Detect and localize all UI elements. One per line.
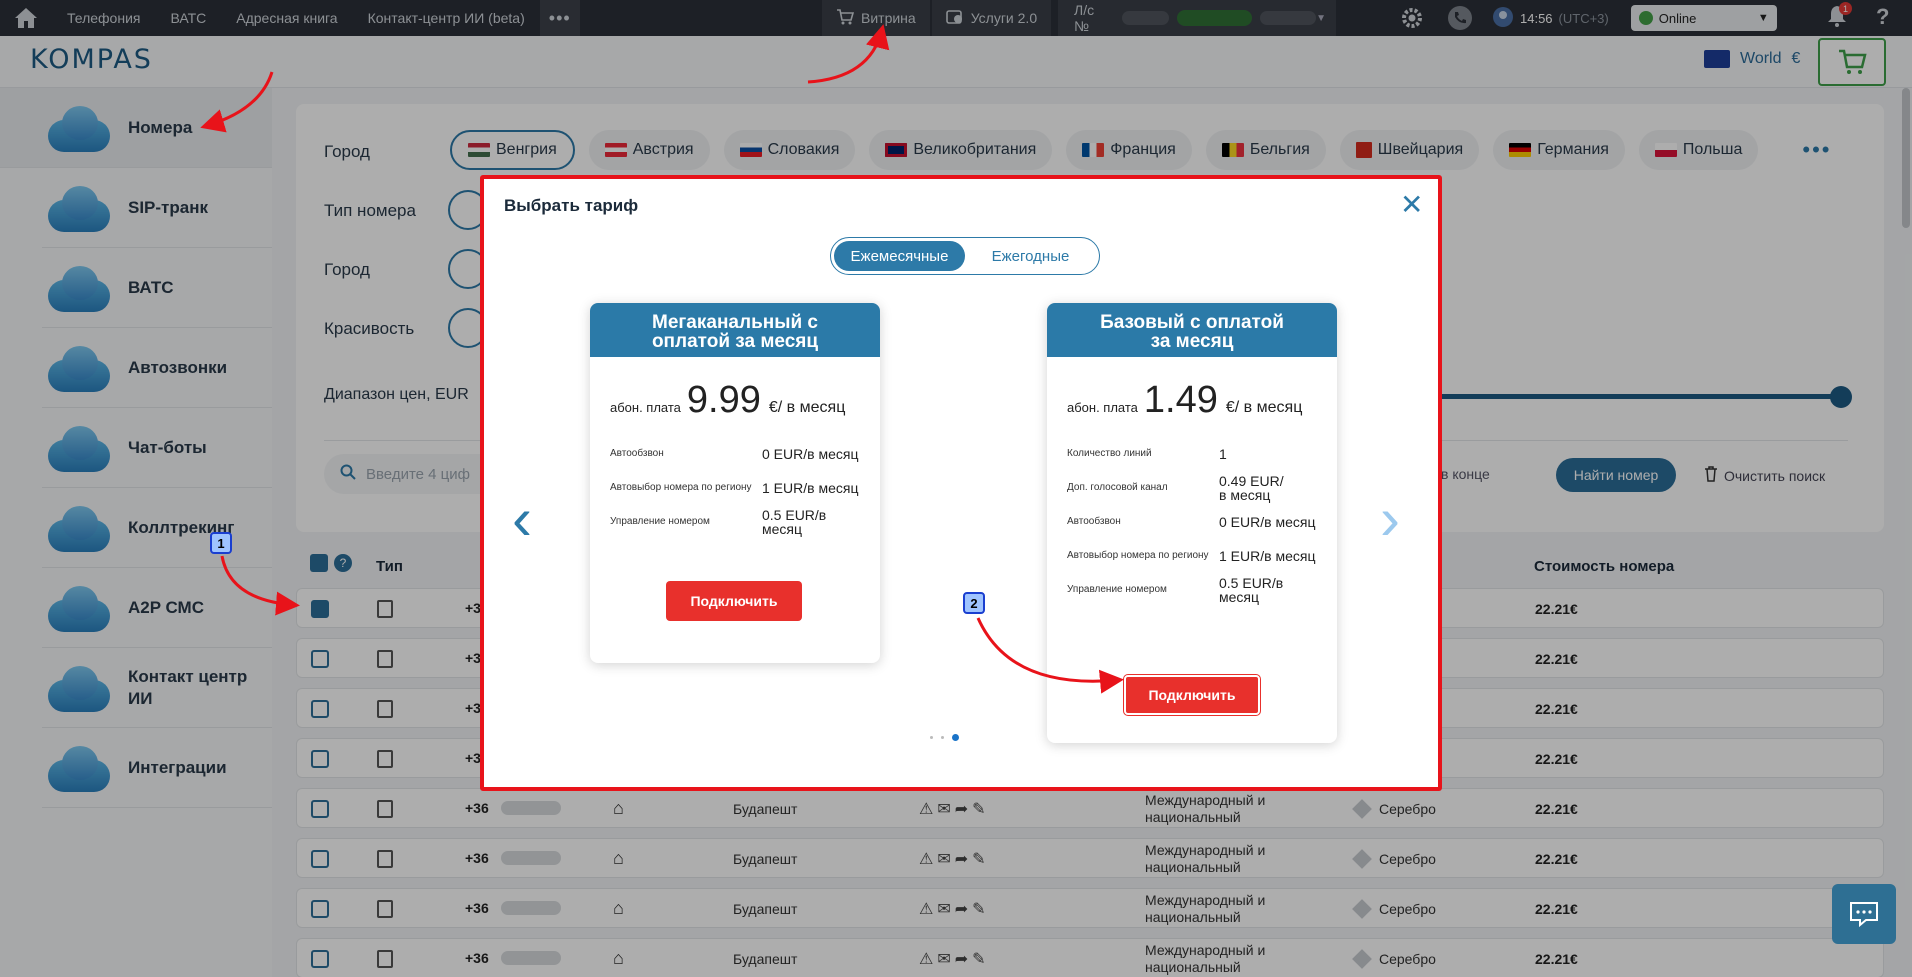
arrow-to-checkbox <box>220 555 300 616</box>
callout-badge: 2 <box>963 592 985 614</box>
chat-button[interactable] <box>1832 884 1896 944</box>
arrow-to-numbers <box>200 71 274 133</box>
annotation-arrows <box>200 24 1124 694</box>
callout-badge: 1 <box>210 532 232 554</box>
arrow-to-vitrina <box>807 24 890 84</box>
arrow-to-connect <box>976 617 1124 694</box>
chat-icon <box>1850 902 1878 927</box>
